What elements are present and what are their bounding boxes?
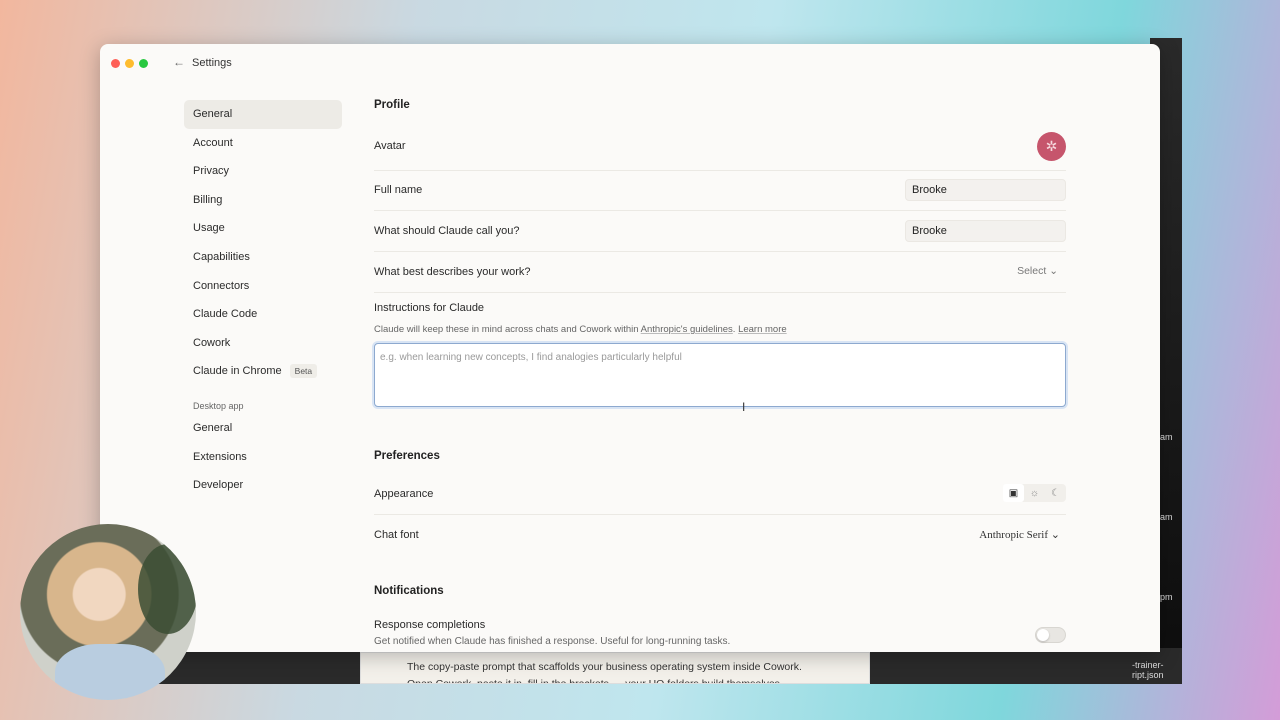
chevron-down-icon: ⌄ [1049,265,1058,277]
sun-icon[interactable]: ☼ [1024,484,1045,502]
desktop-app-section-label: Desktop app [193,400,244,411]
back-arrow-icon[interactable]: ← [173,55,185,69]
background-card-line1: The copy-paste prompt that scaffolds you… [407,661,802,673]
sidebar-item-usage[interactable]: Usage [184,214,342,243]
call-you-field[interactable]: Brooke [905,220,1066,242]
work-select[interactable]: Select ⌄ [1017,265,1058,277]
divider [374,170,1066,171]
chat-font-label: Chat font [374,529,419,541]
instructions-textarea[interactable]: e.g. when learning new concepts, I find … [374,343,1066,407]
background-time: am [1160,432,1173,442]
full-name-field[interactable]: Brooke [905,179,1066,201]
preferences-heading: Preferences [374,450,440,462]
learn-more-link[interactable]: Learn more [738,324,787,335]
webcam-person [55,644,165,700]
chevron-down-icon: ⌄ [1050,528,1060,541]
maximize-window-button[interactable] [139,59,148,68]
sidebar-item-desktop-general[interactable]: General [184,414,342,443]
response-completions-label: Response completions [374,619,486,631]
divider [374,292,1066,293]
moon-icon[interactable]: ☾ [1045,484,1066,502]
full-name-label: Full name [374,184,423,196]
background-time: am [1160,512,1173,522]
instructions-help: Claude will keep these in mind across ch… [374,324,787,335]
settings-main: Profile Avatar ✲ Full name Brooke What s… [374,44,1066,652]
divider [374,514,1066,515]
work-label: What best describes your work? [374,266,531,278]
window-title: Settings [192,57,232,69]
instructions-help-text: Claude will keep these in mind across ch… [374,324,639,335]
webcam-overlay [20,524,196,700]
appearance-toggle-group: ▣ ☼ ☾ [1003,484,1066,502]
settings-sidebar: General Account Privacy Billing Usage Ca… [184,100,342,500]
text-cursor-icon: I [742,400,746,414]
notifications-heading: Notifications [374,585,444,597]
sidebar-item-claude-in-chrome[interactable]: Claude in Chrome Beta [184,357,342,386]
beta-badge: Beta [289,364,318,379]
background-card-line2: Open Cowork, paste it in, fill in the br… [407,678,783,684]
divider [374,251,1066,252]
instructions-label: Instructions for Claude [374,302,485,314]
system-icon[interactable]: ▣ [1003,484,1024,502]
avatar[interactable]: ✲ [1037,132,1066,161]
background-time: pm [1160,592,1173,602]
sidebar-item-extensions[interactable]: Extensions [184,443,342,472]
avatar-icon: ✲ [1045,138,1058,154]
chat-font-select[interactable]: Anthropic Serif ⌄ [979,528,1060,541]
background-card: The copy-paste prompt that scaffolds you… [360,652,870,684]
settings-window: ← Settings General Account Privacy Billi… [100,44,1160,652]
response-completions-toggle[interactable] [1035,627,1066,643]
guidelines-link[interactable]: Anthropic's guidelines [641,324,733,335]
sidebar-item-developer[interactable]: Developer [184,471,342,500]
sidebar-item-billing[interactable]: Billing [184,186,342,215]
background-filename: -trainer-ript.json [1132,660,1164,680]
minimize-window-button[interactable] [125,59,134,68]
sidebar-item-capabilities[interactable]: Capabilities [184,243,342,272]
work-select-value: Select [1017,265,1047,277]
response-completions-help: Get notified when Claude has finished a … [374,636,731,647]
avatar-label: Avatar [374,140,406,152]
webcam-plant [138,544,196,634]
sidebar-item-account[interactable]: Account [184,129,342,158]
divider [374,210,1066,211]
sidebar-item-connectors[interactable]: Connectors [184,272,342,301]
sidebar-item-general[interactable]: General [184,100,342,129]
sidebar-item-label: Claude in Chrome [193,365,282,378]
profile-heading: Profile [374,99,410,111]
sidebar-item-claude-code[interactable]: Claude Code [184,300,342,329]
call-you-label: What should Claude call you? [374,225,520,237]
close-window-button[interactable] [111,59,120,68]
appearance-label: Appearance [374,488,434,500]
sidebar-item-privacy[interactable]: Privacy [184,157,342,186]
sidebar-item-cowork[interactable]: Cowork [184,329,342,358]
chat-font-value: Anthropic Serif [979,529,1049,541]
